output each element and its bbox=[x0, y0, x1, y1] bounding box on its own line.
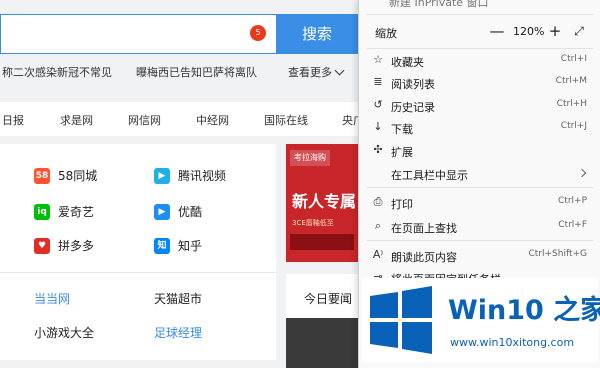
divider bbox=[0, 272, 276, 273]
menu-item-find-on-page[interactable]: ⌕ 在页面上查找 Ctrl+F bbox=[359, 215, 600, 237]
menu-item-label: 在工具栏中显示 bbox=[391, 169, 468, 182]
menu-separator bbox=[367, 14, 593, 15]
zoom-out-button[interactable]: — bbox=[489, 22, 505, 40]
search-input[interactable] bbox=[0, 14, 276, 54]
menu-item-shortcut: Ctrl+J bbox=[560, 121, 587, 131]
menu-item-reading-list[interactable]: ≣ 阅读列表 Ctrl+M bbox=[359, 71, 600, 93]
ad-logo: 考拉海购 bbox=[290, 150, 330, 166]
chevron-right-icon bbox=[577, 168, 587, 178]
extensions-icon: ✣ bbox=[373, 143, 383, 156]
ad-banner[interactable]: 考拉海购 新人专属 3CE唇釉低至 bbox=[286, 144, 358, 262]
site-link[interactable]: 日报 bbox=[2, 112, 24, 128]
read-aloud-icon: A⁾ bbox=[372, 248, 384, 261]
menu-item-show-in-toolbar[interactable]: 在工具栏中显示 bbox=[359, 162, 600, 184]
app-label: 58同城 bbox=[58, 169, 98, 183]
history-icon: ↺ bbox=[373, 98, 383, 111]
today-news-title[interactable]: 今日要闻 bbox=[304, 290, 352, 307]
win10-watermark: Win10 之家 www.win10xitong.com bbox=[362, 278, 600, 362]
hot-news-row: 称二次感染新冠不常见 曝梅西已告知巴萨将离队 查看更多 bbox=[0, 62, 358, 82]
print-icon: ⎙ bbox=[373, 195, 383, 208]
zoom-row: 缩放 — 120% + ⤢ bbox=[359, 18, 600, 46]
app-label: 拼多多 bbox=[58, 239, 95, 253]
menu-item-shortcut: Ctrl+Shift+G bbox=[528, 249, 587, 259]
chevron-down-icon bbox=[334, 65, 345, 76]
notification-badge: 5 bbox=[250, 25, 266, 41]
menu-item-favorites[interactable]: ☆ 收藏夹 Ctrl+I bbox=[359, 49, 600, 71]
reading-list-icon: ≣ bbox=[373, 75, 383, 88]
today-news-header: 今日要闻 bbox=[286, 274, 358, 318]
site-link[interactable]: 中经网 bbox=[196, 112, 229, 128]
menu-separator bbox=[367, 240, 593, 241]
menu-item-label: 下载 bbox=[391, 123, 413, 136]
58-icon: 58 bbox=[34, 168, 50, 184]
ad-subtitle: 3CE唇釉低至 bbox=[292, 219, 334, 227]
news-thumbnail[interactable] bbox=[286, 318, 358, 368]
zoom-label: 缩放 bbox=[375, 27, 397, 40]
see-more-button[interactable]: 查看更多 bbox=[288, 64, 345, 80]
find-icon: ⌕ bbox=[374, 219, 382, 232]
see-more-label: 查看更多 bbox=[288, 66, 332, 79]
link-dangdang[interactable]: 当当网 bbox=[34, 290, 70, 307]
menu-item-history[interactable]: ↺ 历史记录 Ctrl+H bbox=[359, 94, 600, 116]
watermark-title: Win10 之家 bbox=[448, 295, 600, 326]
site-nav: 日报 求是网 网信网 中经网 国际在线 央广 bbox=[0, 102, 364, 136]
quick-links-card: 58 58同城 ▶ 腾讯视频 iq 爱奇艺 ▶ 优酷 ♥ 拼多多 知 知乎 当当… bbox=[0, 144, 276, 360]
windows-logo-icon bbox=[370, 286, 432, 354]
youku-icon: ▶ bbox=[154, 204, 170, 220]
menu-item-label: 历史记录 bbox=[391, 101, 435, 114]
link-mini-games[interactable]: 小游戏大全 bbox=[34, 324, 94, 341]
menu-item-shortcut: Ctrl+M bbox=[555, 76, 587, 86]
menu-item-label: 打印 bbox=[391, 198, 413, 211]
app-label: 优酷 bbox=[178, 205, 203, 219]
pinduoduo-icon: ♥ bbox=[34, 238, 50, 254]
site-link[interactable]: 求是网 bbox=[60, 112, 93, 128]
menu-item-label: 朗读此页内容 bbox=[391, 251, 457, 264]
menu-item-shortcut: Ctrl+I bbox=[560, 54, 587, 64]
menu-item-label: 收藏夹 bbox=[391, 56, 424, 69]
favorites-icon: ☆ bbox=[373, 53, 383, 66]
menu-item-read-aloud[interactable]: A⁾ 朗读此页内容 Ctrl+Shift+G bbox=[359, 244, 600, 266]
site-link[interactable]: 国际在线 bbox=[264, 112, 308, 128]
download-icon: ↓ bbox=[373, 120, 383, 133]
menu-item-inprivate[interactable]: 新建 InPrivate 窗口 bbox=[389, 0, 489, 10]
hot-news-link[interactable]: 曝梅西已告知巴萨将离队 bbox=[136, 64, 257, 80]
ad-title: 新人专属 bbox=[292, 192, 357, 211]
menu-item-label: 在页面上查找 bbox=[391, 222, 457, 235]
zoom-value: 120% bbox=[513, 25, 545, 38]
watermark-url: www.win10xitong.com bbox=[450, 336, 575, 349]
menu-separator bbox=[367, 187, 593, 188]
menu-item-extensions[interactable]: ✣ 扩展 bbox=[359, 139, 600, 161]
app-label: 知乎 bbox=[178, 239, 203, 253]
iqiyi-icon: iq bbox=[34, 204, 50, 220]
menu-item-downloads[interactable]: ↓ 下载 Ctrl+J bbox=[359, 116, 600, 138]
menu-item-shortcut: Ctrl+P bbox=[558, 196, 587, 206]
zhihu-icon: 知 bbox=[154, 238, 170, 254]
zoom-in-button[interactable]: + bbox=[547, 22, 563, 40]
app-label: 腾讯视频 bbox=[178, 169, 227, 183]
tencent-video-icon: ▶ bbox=[154, 168, 170, 184]
menu-item-label: 阅读列表 bbox=[391, 78, 435, 91]
hot-news-link[interactable]: 称二次感染新冠不常见 bbox=[2, 64, 112, 80]
link-tmall-supermarket[interactable]: 天猫超市 bbox=[154, 290, 202, 307]
search-button[interactable]: 搜索 bbox=[276, 14, 358, 54]
menu-item-shortcut: Ctrl+F bbox=[558, 220, 587, 230]
app-label: 爱奇艺 bbox=[58, 205, 95, 219]
link-football-manager[interactable]: 足球经理 bbox=[154, 324, 202, 341]
ad-button bbox=[290, 234, 354, 250]
menu-item-shortcut: Ctrl+H bbox=[556, 99, 587, 109]
menu-item-print[interactable]: ⎙ 打印 Ctrl+P bbox=[359, 191, 600, 213]
menu-item-label: 扩展 bbox=[391, 146, 413, 159]
fullscreen-icon[interactable]: ⤢ bbox=[571, 22, 587, 40]
site-link[interactable]: 网信网 bbox=[128, 112, 161, 128]
